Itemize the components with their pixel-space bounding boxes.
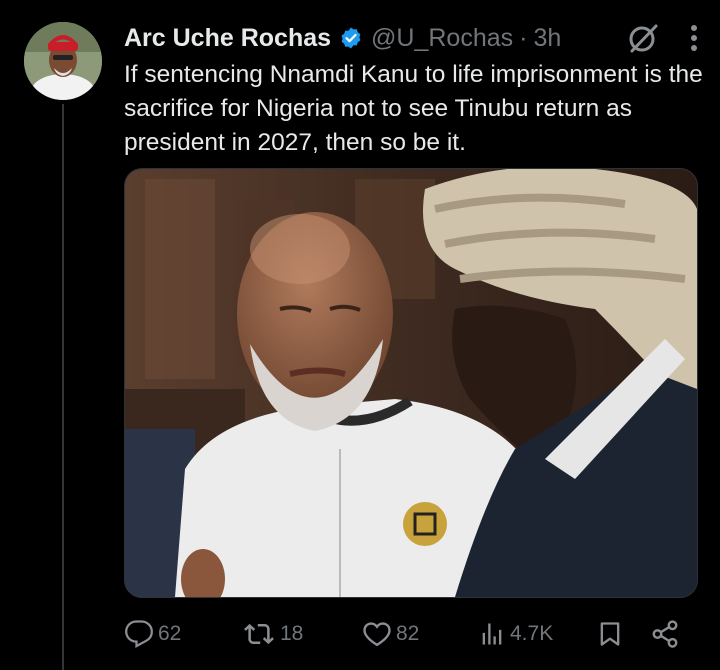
share-icon (652, 620, 678, 648)
bookmark-icon (600, 622, 620, 646)
like-button[interactable]: 82 (362, 619, 419, 649)
tweet-actions: 62 18 82 4.7K (124, 612, 696, 656)
views-icon (482, 623, 502, 645)
retweet-icon (244, 623, 274, 645)
tweet-text: If sentencing Nnamdi Kanu to life impris… (124, 61, 703, 156)
heart-icon (363, 622, 391, 647)
avatar[interactable] (24, 22, 102, 100)
author-handle[interactable]: @U_Rochas (371, 24, 513, 53)
verified-badge-icon (339, 26, 363, 50)
reply-button[interactable]: 62 (124, 619, 181, 649)
retweet-button[interactable]: 18 (242, 619, 303, 649)
retweet-count: 18 (280, 622, 304, 645)
tweet-header: Arc Uche Rochas @U_Rochas · 3h (124, 18, 700, 58)
views-count: 4.7K (510, 622, 554, 645)
views-button[interactable]: 4.7K (478, 619, 553, 649)
separator-dot: · (519, 23, 528, 52)
tweet-time[interactable]: 3h (533, 24, 561, 53)
reply-icon (125, 620, 153, 649)
like-count: 82 (396, 622, 420, 645)
grok-icon[interactable] (626, 21, 660, 55)
reply-count: 62 (158, 622, 182, 645)
tweet-media-photo[interactable] (124, 168, 698, 598)
share-button[interactable] (650, 619, 684, 649)
avatar-image (24, 22, 102, 100)
thread-line (62, 104, 64, 670)
bookmark-button[interactable] (596, 619, 628, 649)
more-vertical-icon[interactable] (690, 24, 698, 52)
author-name[interactable]: Arc Uche Rochas (124, 24, 331, 53)
